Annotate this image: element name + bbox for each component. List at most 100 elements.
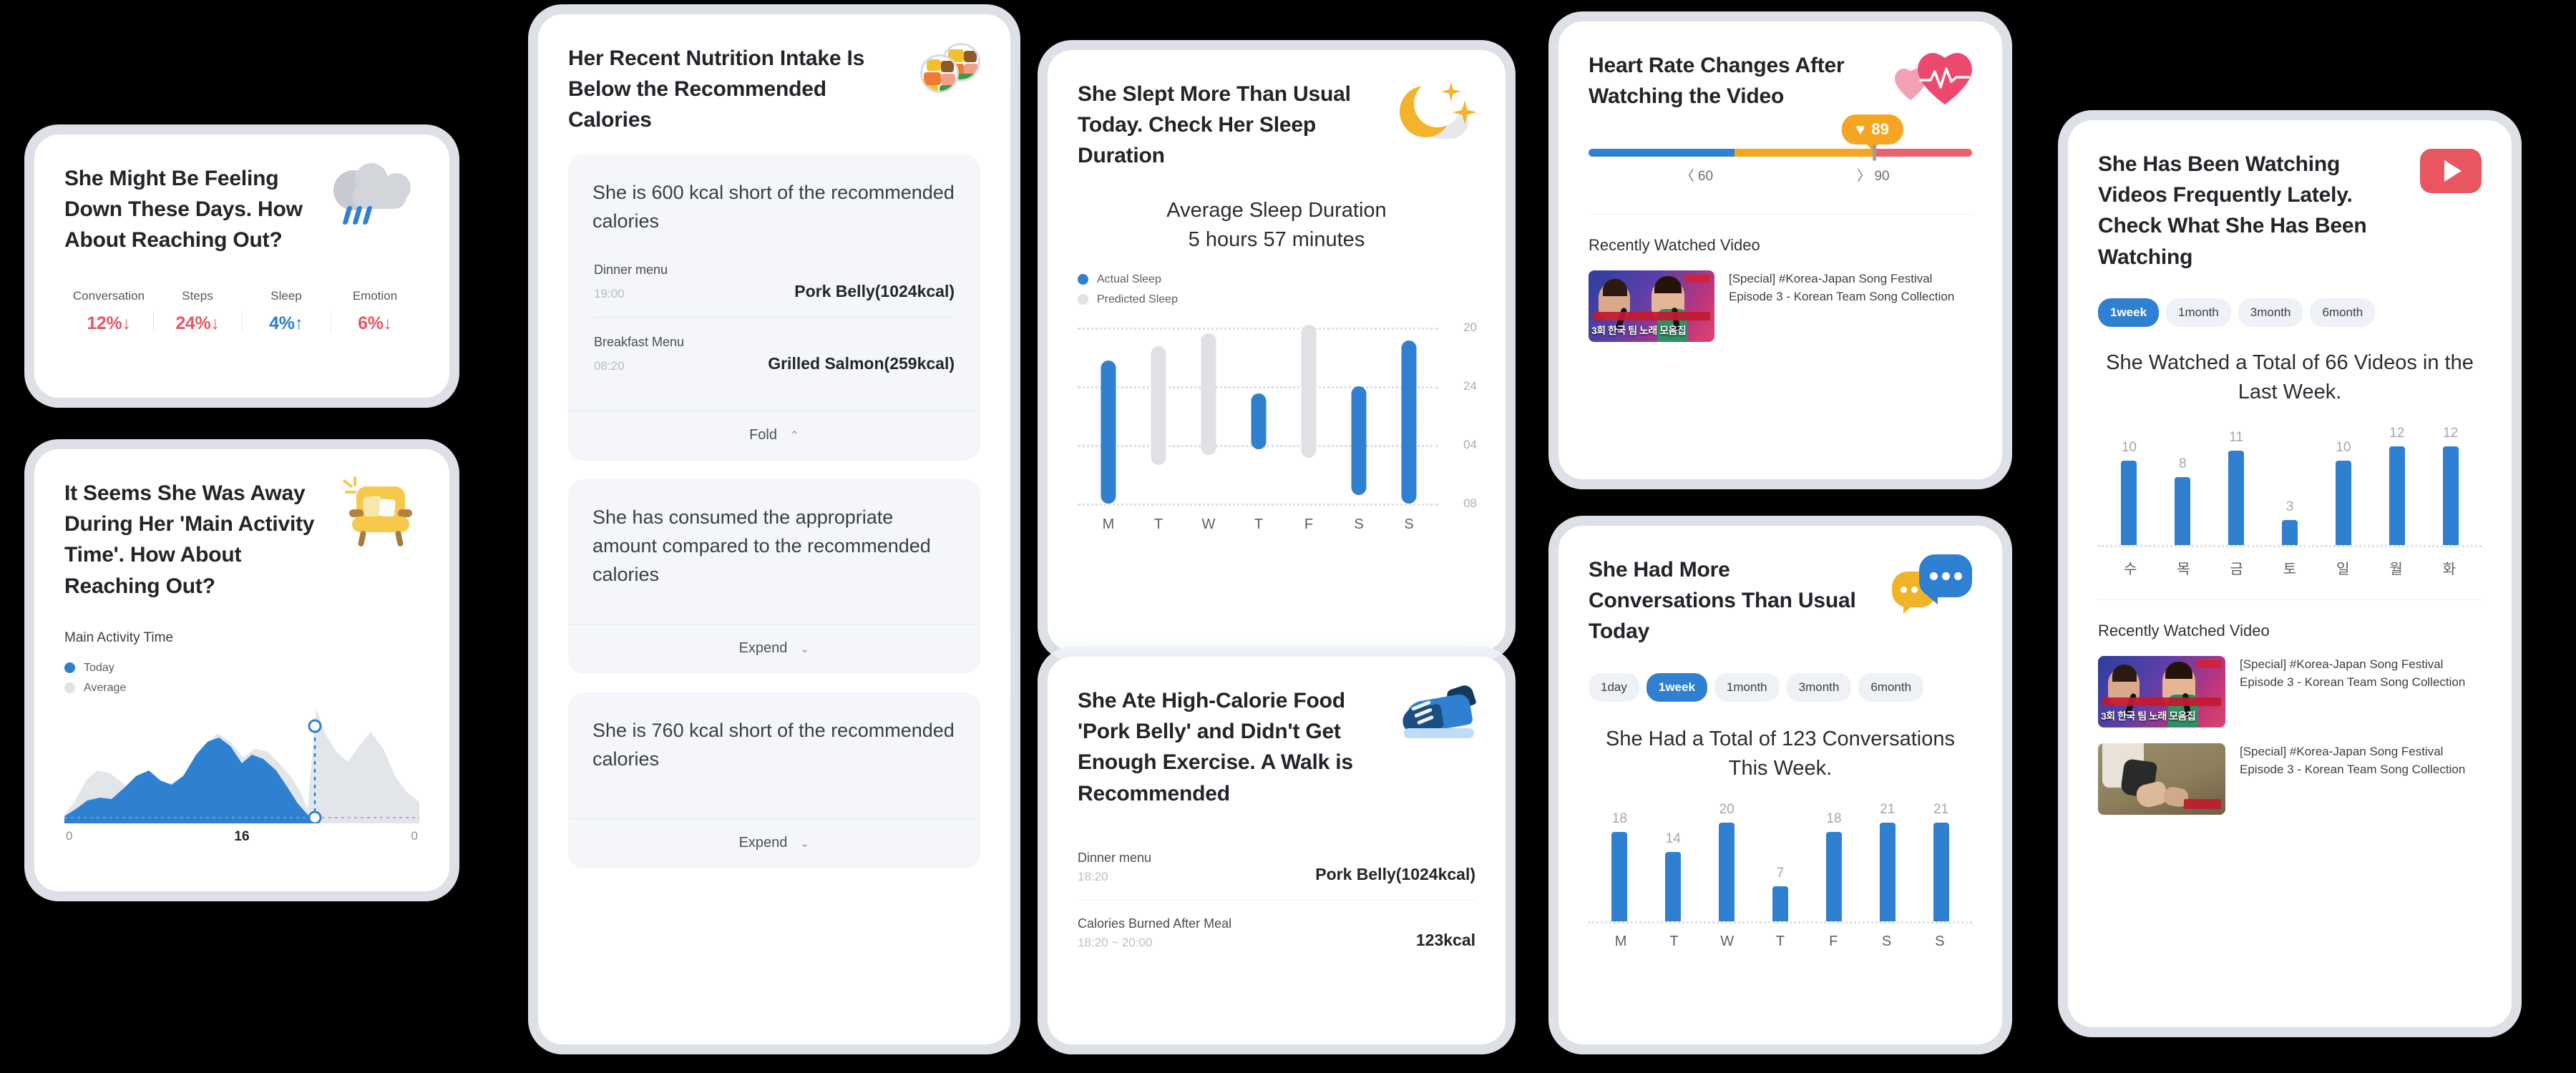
sleep-bar-f — [1284, 324, 1334, 506]
sleep-floating-bar-chart: 20 24 04 08 — [1078, 320, 1477, 510]
sleep-bar-t2 — [1234, 328, 1284, 506]
speech-bubbles-icon — [1892, 554, 1972, 614]
day-label: F — [1829, 933, 1838, 949]
day-label: T — [1775, 933, 1785, 949]
yt-bar-chart: 10 8 11 3 10 12 12 — [2098, 426, 2482, 548]
divider — [1589, 214, 1972, 215]
mood-metrics: Conversation 12%↓ Steps 24%↓ Sleep 4%↑ E… — [64, 289, 419, 334]
bar-value-label: 18 — [1826, 810, 1842, 826]
sleep-card[interactable]: She Slept More Than Usual Today. Check H… — [1048, 50, 1506, 651]
walk-card[interactable]: She Ate High-Calorie Food 'Pork Belly' a… — [1048, 657, 1506, 1044]
heart-rate-card[interactable]: Heart Rate Changes After Watching the Vi… — [1558, 21, 2002, 479]
bar-value-label: 3 — [2285, 499, 2294, 515]
sleep-ytick: 08 — [1463, 496, 1477, 510]
walk-row-dinner: Dinner menu 18:20 Pork Belly(1024kcal) — [1078, 835, 1475, 900]
chip-6month[interactable]: 6month — [1858, 672, 1924, 702]
convo-range-chips[interactable]: 1day 1week 1month 3month 6month — [1589, 672, 1972, 702]
bar — [2228, 451, 2245, 546]
chip-1day[interactable]: 1day — [1589, 672, 1639, 702]
day-label: 일 — [2336, 562, 2350, 578]
chip-1week[interactable]: 1week — [1646, 672, 1707, 702]
chip-1week[interactable]: 1week — [2098, 298, 2160, 327]
food-plates-icon — [920, 43, 980, 93]
metric-number: 4% — [269, 313, 295, 333]
video-list-item[interactable]: 3회 한국 팀 노래 모음집 [Special] #Korea-Japan So… — [1589, 270, 1972, 343]
meal-value: Pork Belly(1024kcal) — [794, 282, 955, 301]
bar — [1665, 852, 1682, 921]
video-list-item[interactable]: 3회 한국 팀 노래 모음집 [Special] #Korea-Japan So… — [2098, 656, 2482, 728]
heart-rate-value: 89 — [1871, 120, 1889, 139]
legend-item-today: Today — [64, 662, 419, 675]
expand-button[interactable]: Expend ⌄ — [568, 818, 980, 868]
fold-button[interactable]: Fold ⌃ — [568, 411, 980, 461]
video-title: [Special] #Korea-Japan Song Festival Epi… — [2240, 745, 2466, 776]
sleep-average-title: Average Sleep Duration 5 hours 57 minute… — [1078, 196, 1475, 255]
yt-range-chips[interactable]: 1week 1month 3month 6month — [2098, 298, 2482, 327]
legend-item-predicted-sleep: Predicted Sleep — [1078, 293, 1475, 306]
mood-card[interactable]: She Might Be Feeling Down These Days. Ho… — [34, 134, 449, 398]
convo-day-labels: M T W T F S S — [1589, 934, 1972, 950]
metric-label: Emotion — [352, 288, 398, 303]
bar — [1825, 831, 1842, 921]
activity-axis: 0 16 0 — [64, 829, 419, 845]
bar — [1879, 822, 1896, 921]
sleep-ytick: 20 — [1463, 320, 1477, 334]
meal-label: Dinner menu — [594, 263, 668, 278]
nutrition-panel-2[interactable]: She has consumed the appropriate amount … — [568, 479, 980, 675]
metric-value: 12%↓ — [64, 313, 153, 334]
sleep-day-labels: M T W T F S S — [1078, 516, 1475, 533]
walk-headline: She Ate High-Calorie Food 'Pork Belly' a… — [1078, 689, 1353, 805]
video-list-item[interactable]: [Special] #Korea-Japan Song Festival Epi… — [2098, 743, 2482, 815]
nutrition-card[interactable]: Her Recent Nutrition Intake Is Below the… — [538, 14, 1010, 1044]
chip-3month[interactable]: 3month — [1786, 672, 1852, 702]
conversations-card[interactable]: She Had More Conversations Than Usual To… — [1558, 526, 2002, 1044]
heart-icon: ♥ — [1855, 120, 1865, 139]
bar — [2121, 460, 2137, 546]
day-label: 금 — [2230, 562, 2243, 578]
convo-total-title: She Had a Total of 123 Conversations Thi… — [1606, 727, 1955, 780]
video-thumbnail[interactable] — [2098, 743, 2225, 815]
chip-3month[interactable]: 3month — [2238, 298, 2303, 327]
day-label: T — [1669, 933, 1679, 949]
bar — [1719, 822, 1735, 921]
day-label: M — [1102, 516, 1115, 532]
sleep-average-line1: Average Sleep Duration — [1166, 198, 1387, 222]
bar-column: 12 — [2424, 426, 2477, 546]
nutrition-panel-1[interactable]: She is 600 kcal short of the recommended… — [568, 154, 980, 461]
bar-value-label: 11 — [2229, 430, 2244, 446]
day-label: W — [1720, 933, 1735, 949]
chip-6month[interactable]: 6month — [2310, 298, 2376, 327]
sleep-headline: She Slept More Than Usual Today. Check H… — [1078, 82, 1351, 168]
activity-chart-label: Main Activity Time — [64, 629, 174, 645]
activity-card[interactable]: It Seems She Was Away During Her 'Main A… — [34, 449, 449, 891]
moon-stars-icon — [1397, 79, 1477, 147]
convo-headline: She Had More Conversations Than Usual To… — [1589, 558, 1856, 644]
meal-row: Breakfast Menu 08:20 Grilled Salmon(259k… — [592, 317, 956, 389]
bar — [2175, 476, 2191, 546]
thumbnail-caption: 3회 한국 팀 노래 모음집 — [1591, 325, 1687, 337]
day-label: 월 — [2389, 562, 2403, 578]
sleep-bar-s1 — [1334, 328, 1384, 506]
bar — [1611, 831, 1628, 921]
yt-recent-video-title: Recently Watched Video — [2098, 622, 2270, 640]
youtube-card[interactable]: She Has Been Watching Videos Frequently … — [2068, 120, 2512, 1027]
legend-dot-icon — [64, 662, 75, 674]
bar-column: 3 — [2263, 426, 2317, 546]
day-label: T — [1254, 516, 1264, 532]
chip-1month[interactable]: 1month — [1714, 672, 1780, 702]
video-thumbnail[interactable]: 3회 한국 팀 노래 모음집 — [2098, 656, 2225, 728]
heart-rate-badge: ♥ 89 — [1841, 114, 1903, 145]
youtube-play-icon — [2420, 149, 2482, 193]
expand-button[interactable]: Expend ⌄ — [568, 624, 980, 674]
bar-column: 10 — [2102, 426, 2156, 546]
yt-headline: She Has Been Watching Videos Frequently … — [2098, 152, 2367, 269]
legend-dot-icon — [1078, 274, 1088, 285]
walk-row-calories-burned: Calories Burned After Meal 18:20 ~ 20:00… — [1078, 899, 1475, 966]
chip-1month[interactable]: 1month — [2166, 298, 2231, 327]
convo-bar-chart: 18 14 20 7 18 21 21 — [1589, 802, 1972, 923]
video-thumbnail[interactable]: 3회 한국 팀 노래 모음집 — [1589, 270, 1714, 343]
nutrition-panel-3[interactable]: She is 760 kcal short of the recommended… — [568, 692, 980, 869]
row-label: Dinner menu — [1078, 850, 1152, 865]
metric-conversation: Conversation 12%↓ — [64, 289, 153, 334]
activity-headline: It Seems She Was Away During Her 'Main A… — [64, 481, 315, 598]
